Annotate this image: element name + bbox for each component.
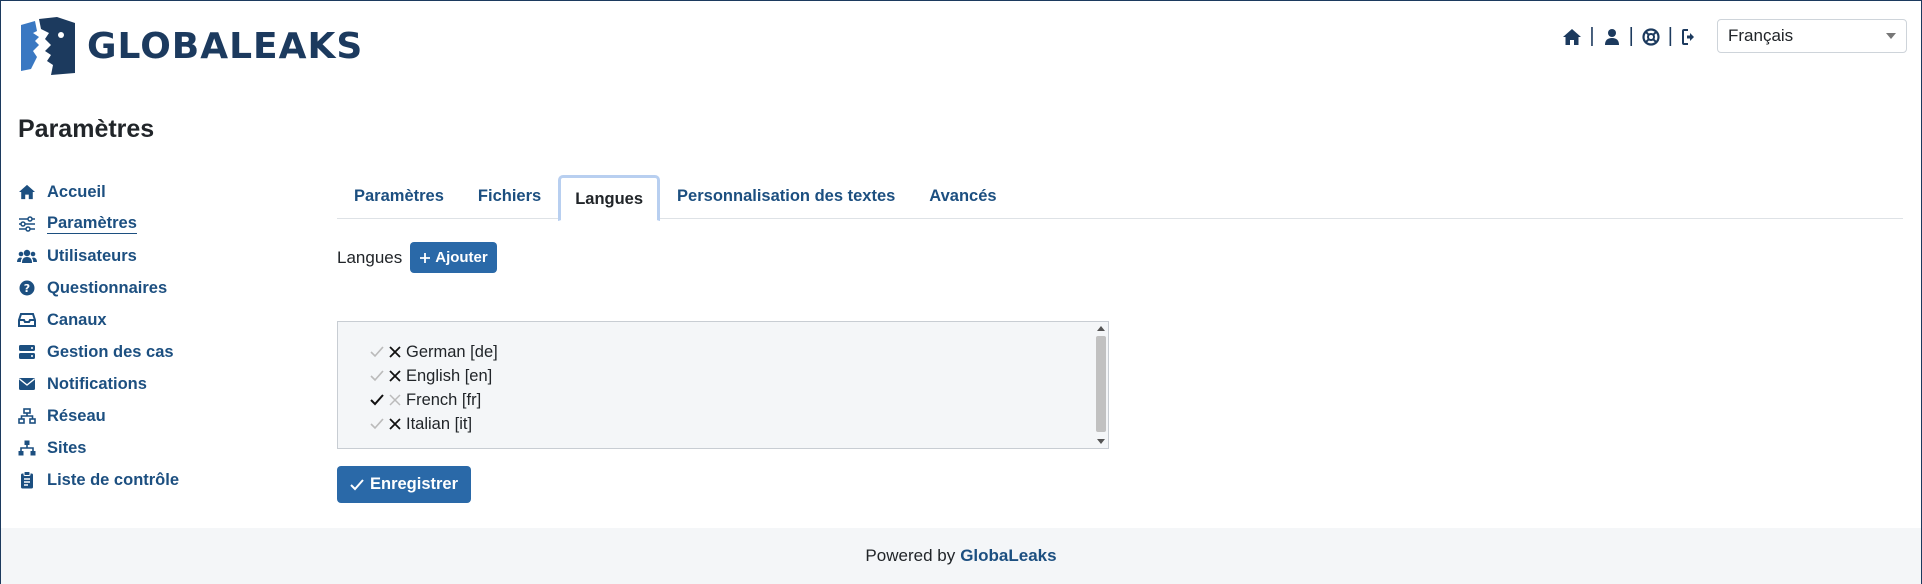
separator: |: [1628, 25, 1634, 47]
sidebar-item-label: Sites: [47, 438, 87, 457]
sidebar-item-canaux[interactable]: Canaux: [17, 304, 297, 336]
chevron-down-icon: [1886, 33, 1896, 39]
set-default-check-icon[interactable]: [368, 343, 386, 361]
question-icon: ?: [17, 278, 37, 298]
logo[interactable]: GLOBALEAKS: [17, 17, 363, 75]
sidebar: Accueil Paramètres Utilisateurs ? Questi…: [17, 176, 297, 496]
globaleaks-logo-icon: [21, 17, 75, 75]
users-icon: [17, 246, 37, 266]
tab-avances[interactable]: Avancés: [912, 174, 1013, 219]
plus-icon: [420, 252, 431, 263]
language-name: French [fr]: [406, 390, 482, 409]
sidebar-item-notifications[interactable]: Notifications: [17, 368, 297, 400]
add-language-button[interactable]: Ajouter: [410, 242, 497, 273]
language-name: Italian [it]: [406, 414, 473, 433]
svg-text:?: ?: [24, 282, 30, 295]
sidebar-item-gestion-des-cas[interactable]: Gestion des cas: [17, 336, 297, 368]
user-icon[interactable]: [1601, 26, 1623, 48]
remove-x-icon[interactable]: [386, 415, 404, 433]
tab-langues[interactable]: Langues: [558, 175, 661, 221]
language-item-de: German [de]: [368, 340, 498, 364]
sidebar-item-label: Liste de contrôle: [47, 470, 180, 489]
server-icon: [17, 342, 37, 362]
scrollbar[interactable]: [1094, 322, 1108, 448]
home-icon[interactable]: [1561, 26, 1583, 48]
save-button[interactable]: Enregistrer: [337, 466, 472, 503]
remove-x-icon[interactable]: [386, 343, 404, 361]
sidebar-item-label: Notifications: [47, 374, 147, 393]
support-icon[interactable]: [1640, 26, 1662, 48]
sliders-icon: [17, 214, 37, 234]
set-default-check-icon[interactable]: [368, 367, 386, 385]
language-name: German [de]: [406, 342, 498, 361]
language-item-it: Italian [it]: [368, 412, 498, 436]
default-check-icon[interactable]: [368, 391, 386, 409]
language-name: English [en]: [406, 366, 493, 385]
sidebar-item-liste-de-controle[interactable]: Liste de contrôle: [17, 464, 297, 496]
footer: Powered by GlobaLeaks: [1, 528, 1921, 584]
scrollbar-thumb[interactable]: [1096, 336, 1106, 432]
sidebar-item-label: Questionnaires: [47, 278, 168, 297]
sidebar-item-label: Gestion des cas: [47, 342, 174, 361]
language-select-value: Français: [1728, 26, 1794, 45]
inbox-icon: [17, 310, 37, 330]
check-icon: [350, 478, 364, 490]
sidebar-item-questionnaires[interactable]: ? Questionnaires: [17, 272, 297, 304]
sidebar-item-sites[interactable]: Sites: [17, 432, 297, 464]
footer-brand-link[interactable]: GlobaLeaks: [960, 546, 1056, 566]
scroll-up-icon[interactable]: [1097, 326, 1105, 331]
clipboard-icon: [17, 470, 37, 490]
tab-personnalisation-des-textes[interactable]: Personnalisation des textes: [660, 174, 912, 219]
language-item-en: English [en]: [368, 364, 498, 388]
sidebar-item-reseau[interactable]: Réseau: [17, 400, 297, 432]
separator: |: [1667, 25, 1673, 47]
header-actions: | | |: [1561, 25, 1701, 48]
languages-list-box[interactable]: German [de] English [en] French [fr] Ita…: [337, 321, 1109, 449]
languages-list: German [de] English [en] French [fr] Ita…: [368, 340, 498, 436]
sidebar-item-utilisateurs[interactable]: Utilisateurs: [17, 240, 297, 272]
language-select[interactable]: Français: [1717, 19, 1907, 53]
page-title: Paramètres: [18, 115, 155, 143]
footer-prefix: Powered by: [865, 546, 956, 565]
tab-fichiers[interactable]: Fichiers: [461, 174, 558, 219]
sidebar-item-label: Paramètres: [47, 214, 137, 234]
logout-icon[interactable]: [1679, 26, 1701, 48]
remove-x-icon[interactable]: [386, 367, 404, 385]
save-label: Enregistrer: [370, 475, 459, 493]
set-default-check-icon[interactable]: [368, 415, 386, 433]
sidebar-item-parametres[interactable]: Paramètres: [17, 208, 297, 240]
sidebar-item-label: Accueil: [47, 182, 106, 201]
sitemap-icon: [17, 438, 37, 458]
languages-header: Langues Ajouter: [337, 242, 497, 273]
home-icon: [17, 182, 37, 202]
network-icon: [17, 406, 37, 426]
separator: |: [1589, 25, 1595, 47]
scroll-down-icon[interactable]: [1097, 439, 1105, 444]
sidebar-item-label: Réseau: [47, 406, 106, 425]
sidebar-item-label: Utilisateurs: [47, 246, 137, 265]
remove-x-icon-disabled: [386, 391, 404, 409]
language-item-fr: French [fr]: [368, 388, 498, 412]
sidebar-item-label: Canaux: [47, 310, 107, 329]
tab-parametres[interactable]: Paramètres: [337, 174, 461, 219]
header: GLOBALEAKS | | | Français: [1, 1, 1921, 101]
envelope-icon: [17, 374, 37, 394]
sidebar-item-accueil[interactable]: Accueil: [17, 176, 297, 208]
languages-label: Langues: [337, 247, 403, 267]
settings-tabs: Paramètres Fichiers Langues Personnalisa…: [337, 174, 1903, 221]
logo-text: GLOBALEAKS: [87, 25, 364, 67]
add-language-label: Ajouter: [435, 249, 488, 266]
